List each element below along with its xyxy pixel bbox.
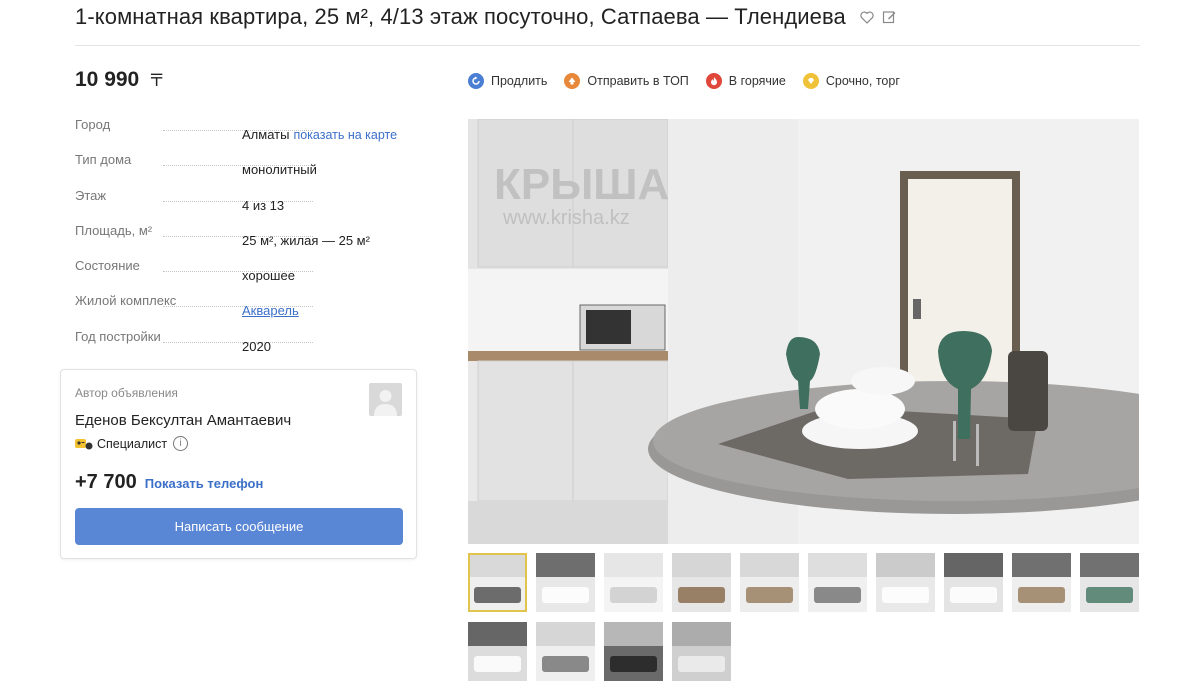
param-label: Жилой комплекс xyxy=(75,293,177,309)
title-actions xyxy=(860,10,896,24)
photo-thumbnail[interactable] xyxy=(672,622,731,681)
param-value: 2020 xyxy=(242,338,271,354)
param-label: Площадь, м² xyxy=(75,222,153,238)
param-value: Алматы показать на карте xyxy=(242,127,397,142)
watermark-url: www.krisha.kz xyxy=(502,207,630,229)
complex-link[interactable]: Акварель xyxy=(242,303,299,318)
action-label: В горячие xyxy=(728,74,786,88)
author-label: Автор объявления xyxy=(75,386,178,400)
action-label: Отправить в ТОП xyxy=(587,74,689,88)
param-value: 4 из 13 xyxy=(242,197,285,213)
param-label: Город xyxy=(75,117,111,132)
param-area: Площадь, м² 25 м², жилая — 25 м² xyxy=(75,220,420,255)
parameters-list: Город Алматы показать на карте Тип дома м… xyxy=(75,114,420,361)
param-label: Тип дома xyxy=(75,152,132,168)
photo-thumbnail[interactable] xyxy=(808,553,867,612)
listing-title: 1-комнатная квартира, 25 м², 4/13 этаж п… xyxy=(75,4,846,29)
specialist-badge: Специалист i xyxy=(75,436,189,451)
param-complex: Жилой комплекс Акварель xyxy=(75,290,420,325)
photo-thumbnail[interactable] xyxy=(468,622,527,681)
currency-sign: 〒 xyxy=(148,71,166,90)
action-label: Срочно, торг xyxy=(825,74,900,88)
photo-thumbnail[interactable] xyxy=(536,622,595,681)
phone-number: +7 700 xyxy=(75,471,137,493)
photo-thumbnail[interactable] xyxy=(468,553,527,612)
action-label: Продлить xyxy=(491,74,548,88)
param-label: Год постройки xyxy=(75,328,161,344)
top-arrow-icon xyxy=(564,73,581,89)
action-send-top[interactable]: Отправить в ТОП xyxy=(564,73,689,89)
photo-thumbnail[interactable] xyxy=(876,553,935,612)
price: 10 990 〒 xyxy=(75,66,165,92)
watermark-logo: КРЫША xyxy=(494,160,669,209)
price-value: 10 990 xyxy=(75,68,140,91)
renew-icon xyxy=(468,73,484,89)
photo-thumbnail[interactable] xyxy=(1080,553,1139,612)
author-name: Еденов Бексултан Амантаевич xyxy=(75,412,292,429)
param-value: хорошее xyxy=(242,268,295,284)
param-label: Состояние xyxy=(75,258,140,274)
action-renew[interactable]: Продлить xyxy=(468,73,547,89)
city-value: Алматы xyxy=(242,127,290,142)
edit-note-icon[interactable] xyxy=(882,10,896,24)
param-house-type: Тип дома монолитный xyxy=(75,149,420,184)
specialist-icon xyxy=(75,438,93,450)
main-photo[interactable]: КРЫША www.krisha.kz xyxy=(468,119,1139,544)
action-hot[interactable]: В горячие xyxy=(705,73,786,89)
param-value: Акварель xyxy=(242,303,299,318)
param-value: 25 м², жилая — 25 м² xyxy=(242,232,370,248)
heart-icon[interactable] xyxy=(860,10,874,24)
avatar xyxy=(369,383,402,416)
photo-thumbnail[interactable] xyxy=(740,553,799,612)
param-label: Этаж xyxy=(75,187,107,203)
specialist-label: Специалист xyxy=(97,436,168,451)
param-floor: Этаж 4 из 13 xyxy=(75,185,420,220)
photo-thumbnail[interactable] xyxy=(604,553,663,612)
photo-thumbnail[interactable] xyxy=(944,553,1003,612)
title-row: 1-комнатная квартира, 25 м², 4/13 этаж п… xyxy=(75,2,896,32)
action-urgent[interactable]: Срочно, торг xyxy=(802,73,900,89)
photo-thumbnail[interactable] xyxy=(672,553,731,612)
title-divider xyxy=(75,45,1140,46)
param-value: монолитный xyxy=(242,162,317,178)
show-phone-link[interactable]: Показать телефон xyxy=(145,476,264,491)
author-card: Автор объявления Еденов Бексултан Аманта… xyxy=(60,369,417,559)
show-on-map-link[interactable]: показать на карте xyxy=(293,128,397,142)
fire-icon xyxy=(705,73,722,89)
urgent-icon xyxy=(802,73,819,89)
info-icon[interactable]: i xyxy=(173,436,189,451)
photo-thumbnail[interactable] xyxy=(604,622,663,681)
promo-actions: Продлить Отправить в ТОП В горячие Срочн… xyxy=(468,73,900,89)
param-year: Год постройки 2020 xyxy=(75,326,420,361)
dotted-leader xyxy=(163,341,313,343)
phone-row: +7 700 Показать телефон xyxy=(75,471,263,494)
photo-thumbnail[interactable] xyxy=(536,553,595,612)
param-city: Город Алматы показать на карте xyxy=(75,114,420,149)
param-condition: Состояние хорошее xyxy=(75,255,420,290)
write-message-button[interactable]: Написать сообщение xyxy=(75,508,403,545)
photo-thumbnail[interactable] xyxy=(1012,553,1071,612)
dotted-leader xyxy=(163,200,313,202)
